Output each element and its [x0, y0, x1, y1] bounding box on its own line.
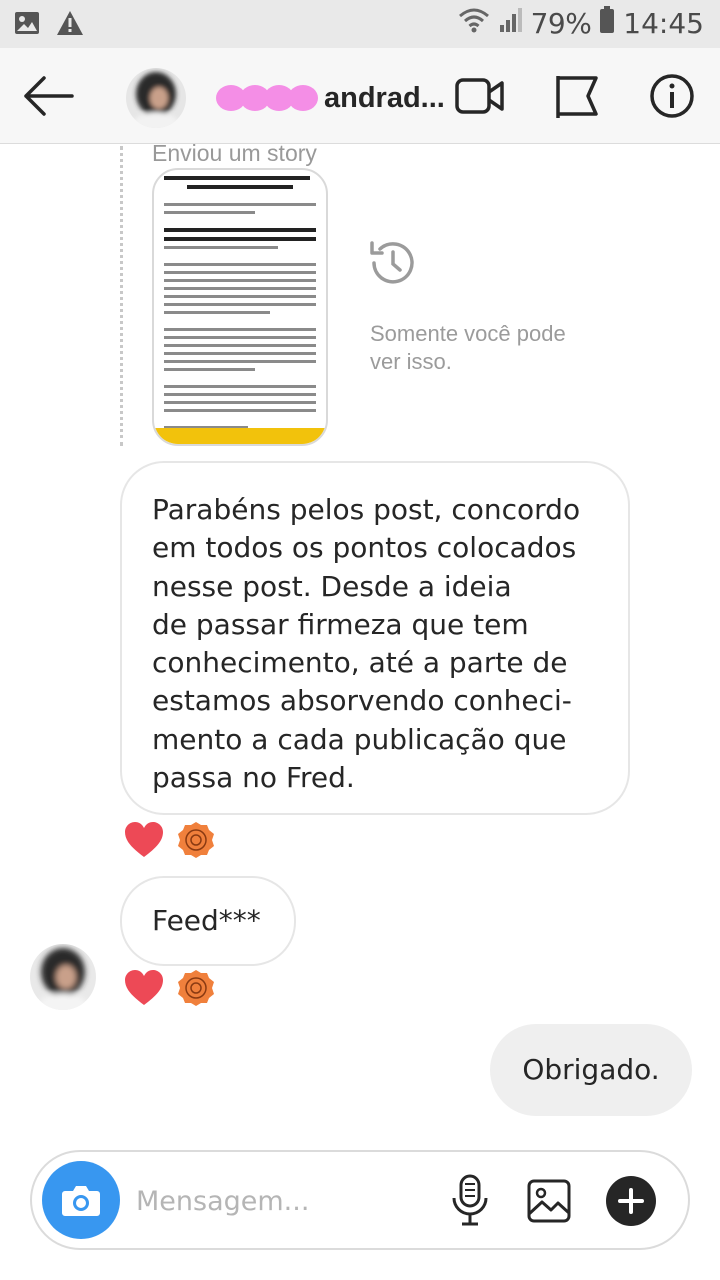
status-bar: 79% 14:45: [0, 0, 720, 48]
video-call-icon: [455, 78, 504, 114]
sticker-icon: [178, 970, 214, 1006]
story-label: Enviou um story: [152, 140, 317, 166]
message-line: em todos os pontos colocados: [152, 531, 577, 565]
username: andrad...: [324, 81, 445, 114]
heart-icon: [125, 822, 163, 857]
story-thumbnail-bar: [154, 428, 326, 444]
back-button[interactable]: [22, 74, 74, 118]
gallery-button[interactable]: [526, 1178, 572, 1224]
message-line: de passar firmeza que tem: [152, 607, 529, 641]
gallery-icon: [527, 1179, 571, 1223]
camera-icon: [62, 1186, 100, 1216]
plus-icon: [618, 1188, 644, 1214]
report-button[interactable]: [552, 72, 604, 120]
conversation-header: andrad...: [0, 48, 720, 144]
voice-message-button[interactable]: [450, 1174, 490, 1226]
message-line: Parabéns pelos post, concordo: [152, 493, 581, 526]
message-bubble-outgoing[interactable]: Obrigado.: [490, 1024, 692, 1116]
message-line: mento a cada publicação que: [152, 722, 567, 756]
microphone-icon: [452, 1174, 488, 1226]
story-divider-line: [120, 146, 124, 446]
story-thumbnail-text: [164, 176, 316, 430]
story-thumbnail[interactable]: [152, 168, 328, 446]
message-reactions[interactable]: [124, 820, 216, 860]
video-call-button[interactable]: [454, 72, 506, 120]
battery-percent: 79%: [530, 7, 592, 40]
sender-avatar[interactable]: [30, 944, 96, 1010]
message-bubble-incoming[interactable]: Parabéns pelos post, concordo em todos o…: [120, 461, 630, 815]
message-reactions[interactable]: [124, 968, 216, 1008]
message-line: passa no Fred.: [152, 761, 355, 795]
message-input[interactable]: [136, 1178, 436, 1224]
battery-icon: [599, 6, 615, 41]
back-arrow-icon: [24, 76, 74, 116]
info-button[interactable]: [648, 72, 700, 120]
only-you-notice: Somente você pode ver isso.: [370, 321, 566, 374]
message-line: nesse post. Desde a ideia: [152, 569, 512, 603]
sticker-icon: [178, 822, 214, 858]
info-icon: [650, 74, 694, 118]
heart-icon: [125, 970, 163, 1005]
name-redaction: [216, 81, 326, 115]
signal-icon: [499, 7, 523, 40]
wifi-icon: [457, 6, 491, 41]
message-line: conhecimento, até a parte de: [152, 646, 568, 680]
camera-button[interactable]: [42, 1161, 120, 1239]
message-composer: [30, 1150, 690, 1250]
more-options-button[interactable]: [606, 1176, 656, 1226]
history-icon: [366, 236, 420, 290]
warning-icon: [56, 10, 84, 41]
image-notification-icon: [14, 10, 40, 41]
message-bubble-incoming[interactable]: Feed***: [120, 876, 296, 966]
flag-icon: [556, 76, 598, 118]
contact-name[interactable]: andrad...: [216, 78, 445, 118]
message-text: Feed***: [152, 904, 261, 937]
message-line: estamos absorvendo conheci-: [152, 684, 572, 718]
message-text: Obrigado.: [522, 1053, 660, 1086]
clock: 14:45: [623, 7, 704, 40]
contact-avatar[interactable]: [126, 68, 186, 128]
